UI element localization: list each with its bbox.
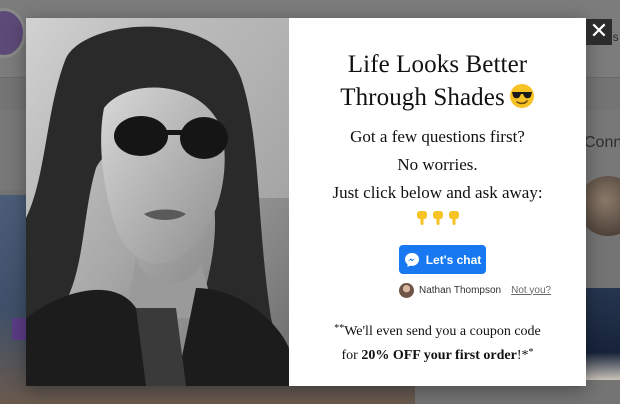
lets-chat-label: Let's chat	[425, 252, 482, 267]
coupon-line-2-suffix: !*	[516, 348, 529, 363]
site-sidebar-heading: Conn	[584, 134, 620, 151]
coupon-discount: 20% OFF your first order	[361, 348, 517, 363]
popup-content: Life Looks Better Through Shades Got a f…	[289, 18, 586, 386]
user-name: Nathan Thompson	[419, 284, 502, 296]
site-sidebar-thumbnail	[585, 288, 620, 380]
headline-line-2-text: Through Shades	[340, 84, 505, 111]
pointing-down-emoji-icon	[433, 211, 443, 225]
headline-line-2: Through Shades	[289, 81, 586, 114]
coupon-line-1: **We'll even send you a coupon code	[289, 320, 586, 341]
headline-line-1: Life Looks Better	[347, 51, 528, 78]
woman-sunglasses-photo	[26, 18, 289, 386]
coupon-line-1-text: We'll even send you a coupon code	[344, 324, 541, 339]
coupon-line-2-prefix: for	[341, 348, 362, 363]
popup-modal: Life Looks Better Through Shades Got a f…	[26, 18, 586, 386]
pointing-down-emoji-icon	[449, 211, 459, 225]
coupon-suffix-mark: *	[528, 347, 534, 358]
body-line-3: Just click below and ask away:	[332, 183, 543, 202]
popup-headline: Life Looks Better Through Shades	[289, 48, 586, 114]
photo-illustration	[26, 18, 289, 386]
body-line-2: No worries.	[397, 155, 478, 174]
lets-chat-button[interactable]: Let's chat	[399, 245, 486, 274]
body-line-1: Got a few questions first?	[350, 127, 525, 146]
coupon-prefix-mark: **	[334, 323, 345, 334]
sunglasses-emoji-icon	[509, 84, 534, 108]
pointing-down-emojis	[416, 210, 460, 226]
close-button[interactable]: ✕	[586, 19, 612, 45]
messenger-user-row: Nathan Thompson Not you?	[399, 282, 551, 298]
coupon-line-2: for 20% OFF your first order!**	[289, 344, 586, 365]
messenger-icon	[404, 252, 419, 267]
close-icon: ✕	[589, 19, 609, 44]
pointing-down-emoji-icon	[417, 211, 427, 225]
not-you-link[interactable]: Not you?	[511, 285, 551, 296]
user-avatar	[399, 282, 414, 298]
site-hero-badge	[12, 318, 26, 340]
